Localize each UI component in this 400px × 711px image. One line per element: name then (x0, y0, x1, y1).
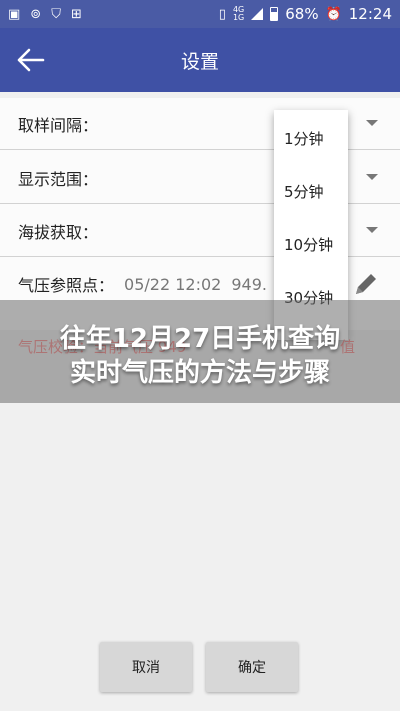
image-icon: ▣ (8, 6, 21, 22)
signal-icon (251, 8, 264, 20)
app-bar: 设置 (0, 28, 400, 92)
status-icons-right: ▯ 4G 1G 68% ⏰ 12:24 (219, 5, 392, 23)
battery-icon (270, 7, 279, 21)
shield-icon: ⛉ (51, 6, 61, 22)
clock: 12:24 (348, 5, 392, 23)
dropdown-arrow-icon[interactable] (366, 227, 378, 233)
battery-percent: 68% (285, 5, 319, 23)
page-title: 设置 (180, 50, 219, 73)
sync-icon: ⊚ (30, 6, 42, 22)
status-bar: ▣ ⊚ ⛉ ⊞ ▯ 4G 1G 68% ⏰ 12:24 (0, 0, 400, 28)
vibrate-icon: ▯ (218, 6, 226, 22)
dropdown-option[interactable]: 1分钟 (274, 112, 348, 165)
reference-time: 05/22 12:02 (124, 274, 222, 294)
display-range-label: 显示范围： (18, 169, 99, 189)
reference-value: 949. (231, 274, 267, 294)
dropdown-arrow-icon[interactable] (366, 174, 378, 180)
confirm-button[interactable]: 确定 (206, 642, 298, 692)
sampling-interval-label: 取样间隔： (18, 115, 99, 135)
network-indicator: 4G 1G (233, 6, 244, 22)
alarm-icon: ⏰ (325, 6, 342, 22)
dropdown-option[interactable]: 5分钟 (274, 165, 348, 218)
dropdown-arrow-icon[interactable] (366, 120, 378, 126)
arrow-left-icon (17, 48, 45, 72)
headline-overlay: 气压校验：当前气压 949 值 往年12月27日手机查询 实时气压的方法与步骤 (0, 300, 400, 403)
grid-icon: ⊞ (70, 6, 82, 22)
headline-text: 往年12月27日手机查询 实时气压的方法与步骤 (0, 322, 400, 390)
cancel-button[interactable]: 取消 (100, 642, 192, 692)
pressure-reference-label: 气压参照点： (18, 276, 115, 295)
network-sub-label: 1G (232, 13, 245, 22)
headline-line-1: 往年12月27日手机查询 (59, 324, 341, 354)
altitude-source-label: 海拔获取： (18, 222, 99, 242)
back-button[interactable] (0, 28, 60, 92)
edit-pencil-icon[interactable] (350, 270, 380, 304)
status-icons-left: ▣ ⊚ ⛉ ⊞ (8, 7, 82, 22)
dropdown-option[interactable]: 10分钟 (274, 218, 348, 271)
headline-line-2: 实时气压的方法与步骤 (69, 358, 330, 388)
